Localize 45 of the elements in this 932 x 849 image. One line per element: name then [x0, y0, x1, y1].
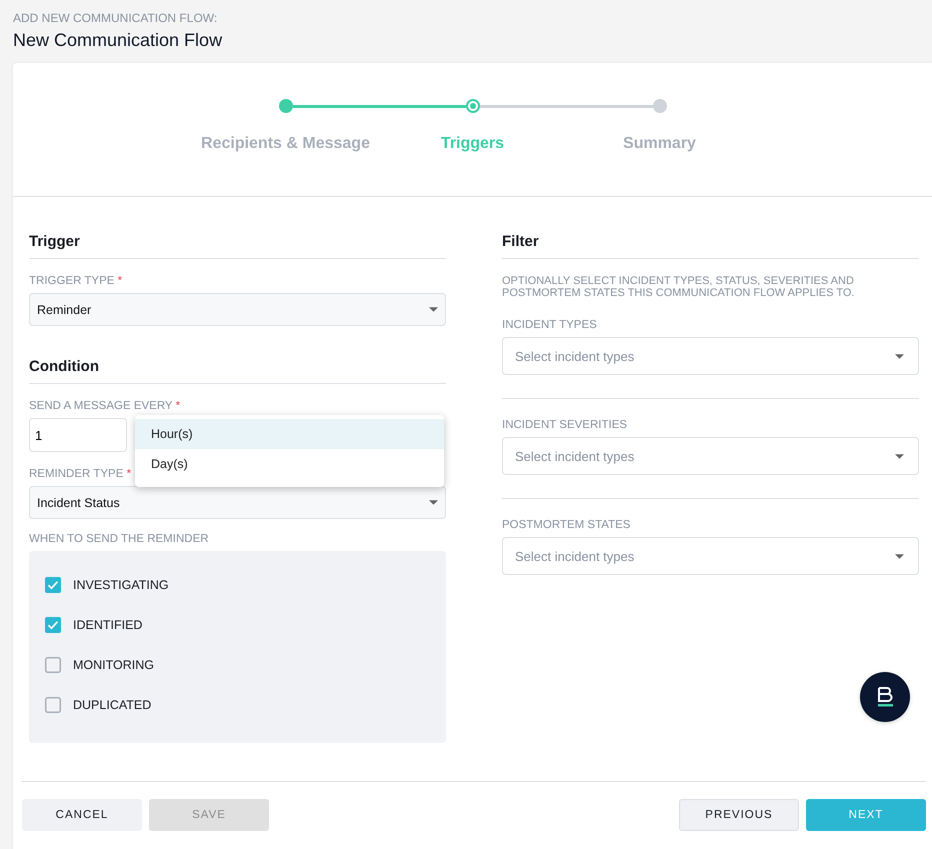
page-overline: ADD NEW COMMUNICATION FLOW: [13, 11, 218, 25]
field-label: INCIDENT TYPES [502, 319, 597, 331]
checkbox[interactable] [45, 657, 61, 673]
field-label: WHEN TO SEND THE REMINDER [29, 533, 209, 545]
multi-select[interactable]: Select incident types [502, 437, 919, 475]
caret-icon [895, 454, 904, 458]
field-label: SEND A MESSAGE EVERY [29, 400, 172, 412]
section-heading: Condition [29, 358, 446, 384]
filter-description: OPTIONALLY SELECT INCIDENT TYPES, STATUS, SEVERITIES AND POSTMORTEM STATES THIS COMMUNICATION FLOW APPLIES TO. [502, 275, 856, 299]
section-heading: Trigger [29, 233, 446, 259]
field-label: POSTMORTEM STATES [502, 519, 630, 531]
checkbox-label: DUPLICATED [73, 698, 152, 712]
step-label[interactable]: Summary [623, 135, 696, 152]
checkbox[interactable] [45, 697, 61, 713]
checkbox-label: INVESTIGATING [73, 578, 169, 592]
caret-icon [429, 307, 438, 312]
step-label[interactable]: Triggers [440, 135, 504, 152]
checkbox-label: MONITORING [73, 658, 154, 672]
page-title: New Communication Flow [13, 30, 224, 51]
checkbox[interactable] [45, 577, 61, 593]
caret-icon [895, 354, 904, 358]
reminder-type-select[interactable]: Incident Status [29, 486, 446, 519]
menu-item[interactable]: Day(s) [135, 449, 444, 479]
interval-input[interactable]: 1 [29, 418, 127, 452]
checkbox-label: IDENTIFIED [73, 618, 142, 632]
logo-icon [875, 685, 895, 709]
cancel-button[interactable]: CANCEL [22, 799, 142, 831]
caret-icon [895, 554, 904, 558]
previous-button[interactable]: PREVIOUS [679, 799, 799, 831]
required-mark: * [176, 400, 180, 412]
menu-item[interactable]: Hour(s) [135, 419, 444, 449]
step-label[interactable]: Recipients & Message [201, 135, 370, 152]
checkbox[interactable] [45, 617, 61, 633]
multi-select[interactable]: Select incident types [502, 337, 919, 375]
required-mark: * [118, 275, 122, 287]
section-heading: Filter [502, 233, 919, 259]
field-label: INCIDENT SEVERITIES [502, 419, 628, 431]
logo-button[interactable] [860, 672, 910, 722]
trigger-type-select[interactable]: Reminder [29, 293, 446, 326]
field-label: REMINDER TYPE [29, 468, 124, 480]
multi-select[interactable]: Select incident types [502, 537, 919, 575]
next-button[interactable]: NEXT [806, 799, 926, 831]
required-mark: * [126, 468, 132, 480]
field-label: TRIGGER TYPE [29, 275, 114, 287]
caret-icon [429, 500, 438, 505]
